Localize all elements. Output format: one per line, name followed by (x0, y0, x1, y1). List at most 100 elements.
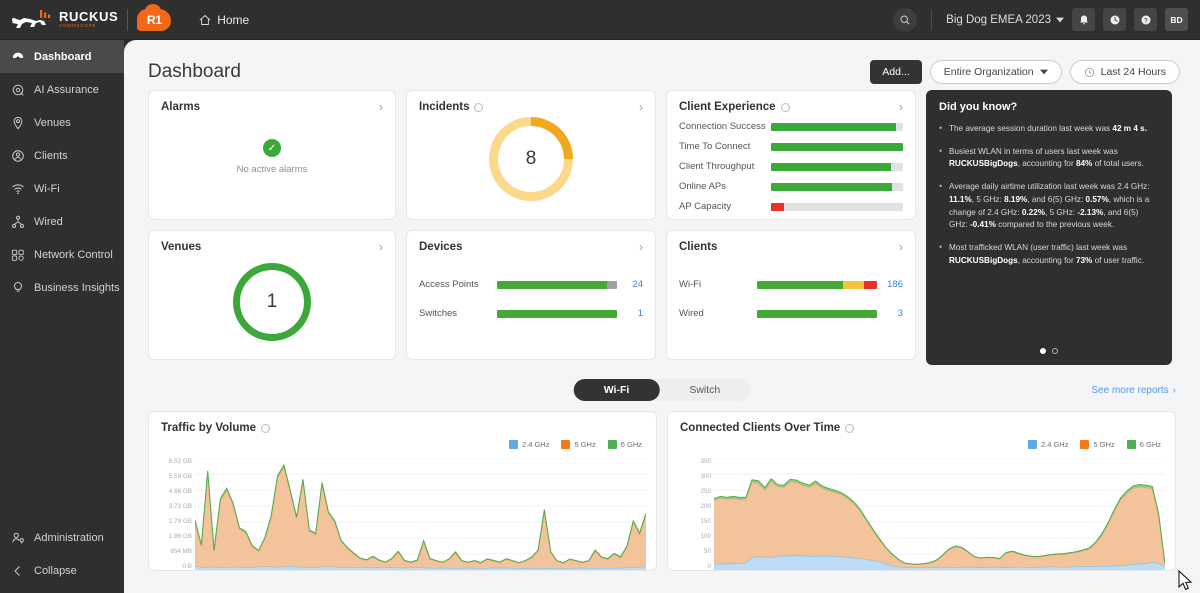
info-icon[interactable] (845, 424, 854, 433)
traffic-chart-y-axis: 6.52 GB5.59 GB4.66 GB3.73 GB2.79 GB1.86 … (161, 458, 195, 570)
client-experience-row: Connection Success (679, 121, 903, 132)
home-label: Home (217, 13, 249, 27)
user-avatar[interactable]: BD (1165, 8, 1188, 31)
sidebar-item-network-control[interactable]: Network Control (0, 238, 124, 271)
brand-name: RUCKUS (59, 10, 118, 23)
clients-expand-chevron[interactable]: › (899, 241, 903, 253)
devices-metric-list: Access Points 24 Switches1 (419, 279, 643, 319)
metric-bar (771, 183, 903, 191)
incidents-expand-chevron[interactable]: › (639, 101, 643, 113)
traffic-chart-title: Traffic by Volume (161, 422, 256, 434)
device-metric-row: Access Points 24 (419, 279, 643, 290)
info-icon[interactable] (474, 103, 483, 112)
legend-item[interactable]: 2.4 GHz (509, 440, 550, 449)
metric-value[interactable]: 186 (877, 279, 903, 290)
scope-selector[interactable]: Entire Organization (930, 60, 1062, 84)
carousel-dot[interactable] (1040, 348, 1046, 354)
ruckus-logo[interactable]: RUCKUS COMMSCOPE (0, 9, 118, 31)
did-you-know-item: The average session duration last week w… (939, 123, 1159, 136)
clients-chart-header: Connected Clients Over Time (680, 422, 1163, 434)
activity-history-button[interactable] (1103, 8, 1126, 31)
did-you-know-panel: Did you know? The average session durati… (926, 90, 1172, 365)
clients-card[interactable]: Clients › Wi-Fi186Wired3 (666, 230, 916, 360)
traffic-chart-header: Traffic by Volume (161, 422, 644, 434)
did-you-know-list: The average session duration last week w… (939, 123, 1159, 267)
home-nav-link[interactable]: Home (199, 13, 249, 27)
legend-item[interactable]: 6 GHz (608, 440, 642, 449)
client-experience-metric-list: Connection SuccessTime To ConnectClient … (679, 121, 903, 212)
clients-chart-plot: 350300250200150100500 (680, 458, 1165, 570)
time-range-selector[interactable]: Last 24 Hours (1070, 60, 1180, 84)
venues-expand-chevron[interactable]: › (379, 241, 383, 253)
traffic-by-volume-chart-card[interactable]: Traffic by Volume 2.4 GHz 5 GHz 6 GHz 6.52… (148, 411, 657, 571)
sidebar-item-label: Business Insights (34, 282, 120, 294)
venues-ring-wrap: 1 (161, 253, 383, 351)
metric-value[interactable]: 3 (877, 308, 903, 319)
help-button[interactable]: ? (1134, 8, 1157, 31)
sidebar-item-dashboard[interactable]: Dashboard (0, 40, 124, 73)
r1-badge[interactable]: R1 (137, 9, 171, 31)
devices-card[interactable]: Devices › Access Points24Switches1 (406, 230, 656, 360)
y-axis-tick: 150 (680, 518, 711, 525)
sidebar-item-venues[interactable]: Venues (0, 106, 124, 139)
metric-label: Access Points (419, 279, 497, 290)
carousel-dot[interactable] (1052, 348, 1058, 354)
organization-selector[interactable]: Big Dog EMEA 2023 (946, 14, 1064, 26)
metric-value[interactable]: 1 (617, 308, 643, 319)
add-button[interactable]: Add... (870, 60, 921, 84)
admin-user-icon (11, 531, 25, 545)
legend-item[interactable]: 5 GHz (561, 440, 595, 449)
devices-expand-chevron[interactable]: › (639, 241, 643, 253)
legend-swatch (608, 440, 617, 449)
sidebar-item-wired[interactable]: Wired (0, 205, 124, 238)
svg-text:?: ? (1144, 17, 1148, 24)
metric-label: Online APs (679, 181, 771, 192)
brand-sub-name: COMMSCOPE (59, 24, 118, 28)
ai-assurance-icon (11, 83, 25, 97)
card-column-left: Alarms › ✓ No active alarms Venues › 1 (148, 90, 396, 365)
clients-metric-list: Wi-Fi186Wired3 (679, 279, 903, 319)
sidebar-item-clients[interactable]: Clients (0, 139, 124, 172)
alarms-card[interactable]: Alarms › ✓ No active alarms (148, 90, 396, 220)
search-button[interactable] (893, 8, 917, 32)
venues-count: 1 (267, 291, 278, 313)
tab-wifi[interactable]: Wi-Fi (574, 379, 660, 401)
did-you-know-item: Average daily airtime utilization last w… (939, 181, 1159, 232)
connected-clients-chart-card[interactable]: Connected Clients Over Time 2.4 GHz 5 GHz… (667, 411, 1176, 571)
client-experience-expand-chevron[interactable]: › (899, 101, 903, 113)
see-more-reports-link[interactable]: See more reports › (1091, 385, 1176, 396)
client-experience-card-header: Client Experience › (679, 101, 903, 113)
y-axis-tick: 2.79 GB (161, 518, 192, 525)
sidebar-item-administration[interactable]: Administration (0, 521, 124, 554)
incidents-card[interactable]: Incidents › 8 (406, 90, 656, 220)
client-experience-card[interactable]: Client Experience › Connection SuccessTi… (666, 90, 916, 220)
sidebar-collapse-button[interactable]: Collapse (0, 554, 124, 587)
y-axis-tick: 954 MB (161, 548, 192, 555)
metric-bar (771, 203, 903, 211)
clock-icon (1109, 14, 1121, 26)
metric-value[interactable]: 24 (617, 279, 643, 290)
home-icon (199, 14, 211, 26)
clients-card-header: Clients › (679, 241, 903, 253)
metric-label: Connection Success (679, 121, 771, 132)
info-icon[interactable] (781, 103, 790, 112)
legend-item[interactable]: 2.4 GHz (1028, 440, 1069, 449)
alarms-expand-chevron[interactable]: › (379, 101, 383, 113)
device-metric-row: Switches1 (419, 308, 643, 319)
sidebar-item-business-insights[interactable]: Business Insights (0, 271, 124, 304)
venues-card[interactable]: Venues › 1 (148, 230, 396, 360)
notifications-button[interactable] (1072, 8, 1095, 31)
search-icon (899, 14, 911, 26)
header-toolbar: Add... Entire Organization Last 24 Hours (870, 60, 1180, 84)
r1-label: R1 (147, 13, 162, 27)
legend-item[interactable]: 6 GHz (1127, 440, 1161, 449)
traffic-chart-legend: 2.4 GHz 5 GHz 6 GHz (509, 440, 642, 449)
dashboard-icon (11, 50, 25, 64)
mouse-cursor (1178, 570, 1194, 592)
tab-switch[interactable]: Switch (659, 379, 750, 401)
clients-chart-area (714, 458, 1165, 570)
legend-item[interactable]: 5 GHz (1080, 440, 1114, 449)
info-icon[interactable] (261, 424, 270, 433)
sidebar-item-wifi[interactable]: Wi-Fi (0, 172, 124, 205)
sidebar-item-ai-assurance[interactable]: AI Assurance (0, 73, 124, 106)
